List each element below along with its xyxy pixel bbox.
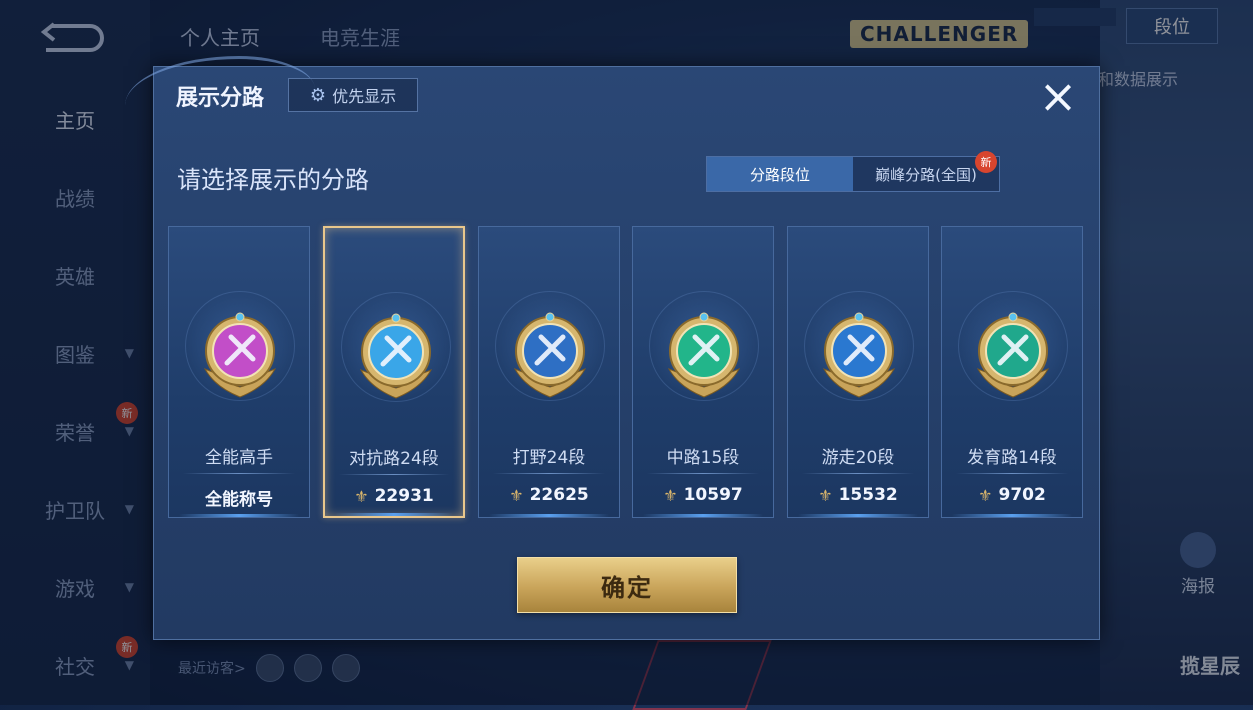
- lane-rank-name: 游走20段: [821, 448, 895, 468]
- close-icon: ×: [1038, 69, 1078, 123]
- peak-score-icon: ⚜: [663, 485, 678, 505]
- lane-rank-name: 发育路14段: [967, 448, 1057, 468]
- lane-card[interactable]: 对抗路24段 ⚜ 22931: [323, 226, 465, 518]
- toggle-peak-lane[interactable]: 巅峰分路(全国) 新: [853, 151, 999, 191]
- card-glow: [643, 514, 763, 517]
- priority-display-label: 优先显示: [332, 87, 397, 106]
- peak-score-icon: ⚜: [978, 485, 993, 505]
- lane-card-list: 全能高手 全能称号 对抗路24段 ⚜ 22931 打野24段 ⚜ 22625 中路15段 ⚜ 105…: [168, 226, 1086, 518]
- close-button[interactable]: ×: [1036, 69, 1080, 123]
- priority-display-button[interactable]: ⚙ 优先显示: [288, 78, 418, 112]
- gear-icon: ⚙: [309, 84, 327, 106]
- lane-score-value: 22625: [529, 485, 589, 505]
- divider: [647, 473, 759, 474]
- wand-icon: [667, 312, 741, 398]
- divider: [956, 473, 1068, 474]
- confirm-button[interactable]: 确定: [517, 557, 737, 613]
- purple-swirl-icon: [203, 312, 277, 398]
- lane-score: ⚜ 22625: [479, 485, 619, 505]
- lane-type-toggle: 分路段位 巅峰分路(全国) 新: [706, 151, 1000, 192]
- dialog-title: 展示分路: [176, 86, 265, 111]
- lane-card[interactable]: 游走20段 ⚜ 15532: [787, 226, 929, 518]
- lane-rank-name: 对抗路24段: [349, 449, 439, 469]
- divider: [183, 473, 295, 474]
- card-glow: [489, 514, 609, 517]
- sword-shield-icon: [359, 313, 433, 399]
- new-badge: 新: [975, 151, 997, 173]
- lane-score-value: 22931: [374, 486, 434, 506]
- divider: [339, 474, 449, 475]
- toggle-peak-lane-label: 巅峰分路(全国): [875, 165, 977, 184]
- lane-card[interactable]: 中路15段 ⚜ 10597: [632, 226, 774, 518]
- lane-score: ⚜ 9702: [942, 485, 1082, 505]
- dragon-icon: [513, 312, 587, 398]
- lane-score: ⚜ 15532: [788, 485, 928, 505]
- lane-card[interactable]: 打野24段 ⚜ 22625: [478, 226, 620, 518]
- toggle-lane-rank-label: 分路段位: [749, 165, 810, 184]
- wings-icon: [822, 312, 896, 398]
- lane-rank-name: 中路15段: [666, 448, 740, 468]
- divider: [802, 473, 914, 474]
- card-glow: [179, 514, 299, 517]
- lane-rank-name: 打野24段: [512, 448, 586, 468]
- section-title: 请选择展示的分路: [177, 166, 369, 194]
- peak-score-icon: ⚜: [818, 485, 833, 505]
- peak-score-icon: ⚜: [354, 486, 369, 506]
- divider: [493, 473, 605, 474]
- peak-score-icon: ⚜: [509, 485, 524, 505]
- lane-card[interactable]: 全能高手 全能称号: [168, 226, 310, 518]
- lane-score: 全能称号: [169, 485, 309, 510]
- card-glow: [952, 514, 1072, 517]
- lane-rank-name: 全能高手: [205, 448, 273, 468]
- lane-score-value: 9702: [998, 485, 1046, 505]
- lane-card[interactable]: 发育路14段 ⚜ 9702: [941, 226, 1083, 518]
- lane-score: ⚜ 10597: [633, 485, 773, 505]
- toggle-lane-rank[interactable]: 分路段位: [707, 157, 853, 191]
- lane-score-value: 全能称号: [205, 490, 273, 510]
- card-glow: [798, 514, 918, 517]
- s-arrow-icon: [976, 312, 1050, 398]
- lane-score-value: 10597: [683, 485, 743, 505]
- card-glow: [335, 513, 453, 516]
- lane-score-value: 15532: [838, 485, 898, 505]
- lane-score: ⚜ 22931: [325, 486, 463, 506]
